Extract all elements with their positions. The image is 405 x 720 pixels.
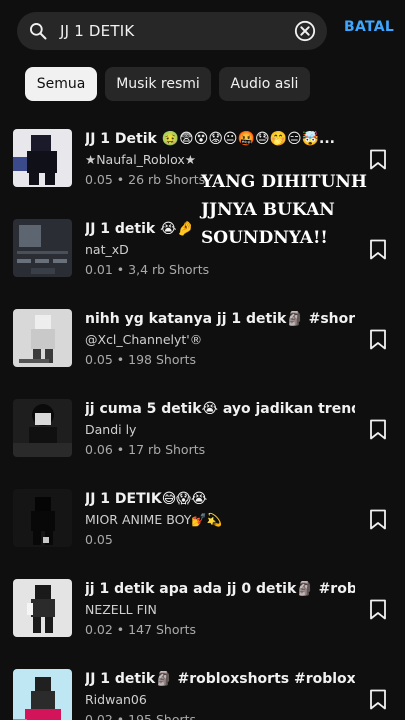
thumbnail[interactable] <box>13 579 72 637</box>
thumbnail[interactable] <box>13 489 72 547</box>
result-title[interactable]: JJ 1 detik🗿 #robloxshorts #roblox #ro... <box>85 671 355 687</box>
overlay-caption: YANG DIHITUNH JJNYA BUKAN SOUNDNYA!! <box>201 172 367 248</box>
result-title[interactable]: jj 1 detik apa ada jj 0 detik🗿 #roblox #… <box>85 581 355 597</box>
clear-icon[interactable] <box>294 20 316 42</box>
result-meta: 0.05 <box>85 532 113 547</box>
list-item[interactable]: JJ 1 DETIK😅😱😭 MIOR ANIME BOY💅💫 0.05 <box>0 480 405 570</box>
result-meta: 0.02 • 147 Shorts <box>85 622 197 637</box>
result-title[interactable]: JJ 1 DETIK😅😱😭 <box>85 491 355 507</box>
chip-semua[interactable]: Semua <box>25 67 97 101</box>
result-author: NEZELL FIN <box>85 602 157 617</box>
search-icon[interactable] <box>28 21 48 41</box>
list-item[interactable]: nihh yg katanya jj 1 detik🗿 #shorts#ro..… <box>0 300 405 390</box>
result-author: Dandi ly <box>85 422 137 437</box>
bookmark-icon[interactable] <box>369 419 387 440</box>
result-meta: 0.06 • 17 rb Shorts <box>85 442 206 457</box>
search-input[interactable]: JJ 1 DETIK <box>60 22 134 40</box>
result-author: MIOR ANIME BOY💅💫 <box>85 512 223 527</box>
result-meta: 0.05 • 198 Shorts <box>85 352 197 367</box>
thumbnail[interactable] <box>13 309 72 367</box>
result-title[interactable]: nihh yg katanya jj 1 detik🗿 #shorts#ro..… <box>85 311 355 327</box>
bookmark-icon[interactable] <box>369 599 387 620</box>
result-meta: 0.01 • 3,4 rb Shorts <box>85 262 210 277</box>
cancel-button[interactable]: BATAL <box>344 19 394 35</box>
result-title[interactable]: JJ 1 Detik 🤢😨😵😟😐🤬😓🤭😑🤯... <box>85 131 355 147</box>
chip-musik-resmi[interactable]: Musik resmi <box>105 67 211 101</box>
bookmark-icon[interactable] <box>369 149 387 170</box>
thumbnail[interactable] <box>13 399 72 457</box>
result-author: ★Naufal_Roblox★ <box>85 152 196 167</box>
search-box[interactable]: JJ 1 DETIK <box>17 12 327 50</box>
result-title[interactable]: jj cuma 5 detik😭 ayo jadikan trend guy..… <box>85 401 355 417</box>
result-meta: 0.02 • 195 Shorts <box>85 712 197 720</box>
list-item[interactable]: jj 1 detik apa ada jj 0 detik🗿 #roblox #… <box>0 570 405 660</box>
bookmark-icon[interactable] <box>369 329 387 350</box>
filter-chips: Semua Musik resmi Audio asli <box>0 67 405 101</box>
result-author: @Xcl_Channelyt'® <box>85 332 203 347</box>
thumbnail[interactable] <box>13 129 72 187</box>
bookmark-icon[interactable] <box>369 509 387 530</box>
result-author: Ridwan06 <box>85 692 147 707</box>
list-item[interactable]: jj cuma 5 detik😭 ayo jadikan trend guy..… <box>0 390 405 480</box>
bookmark-icon[interactable] <box>369 689 387 710</box>
top-bar: JJ 1 DETIK BATAL <box>0 0 405 60</box>
chip-audio-asli[interactable]: Audio asli <box>219 67 310 101</box>
thumbnail[interactable] <box>13 669 72 720</box>
thumbnail[interactable] <box>13 219 72 277</box>
list-item[interactable]: JJ 1 detik🗿 #robloxshorts #roblox #ro...… <box>0 660 405 720</box>
